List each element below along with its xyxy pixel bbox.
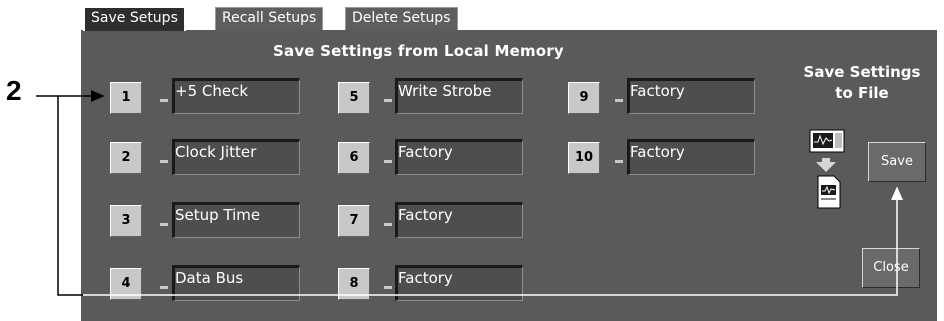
callout-leader-lines (36, 90, 903, 296)
